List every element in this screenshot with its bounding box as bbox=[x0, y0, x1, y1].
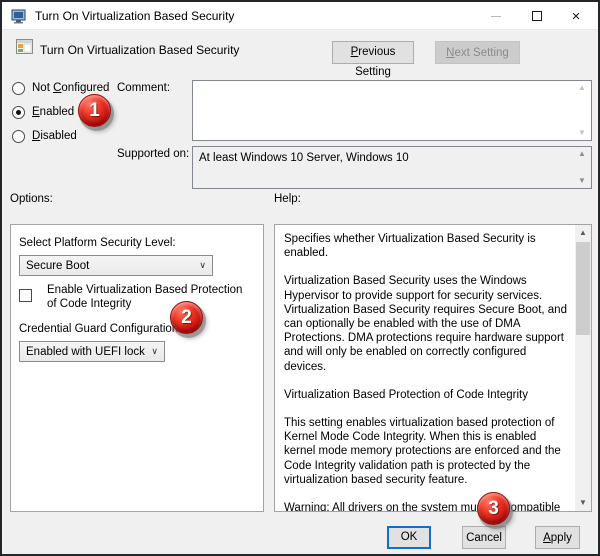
help-paragraph: Virtualization Based Protection of Code … bbox=[284, 388, 528, 401]
radio-label: Enabled bbox=[32, 106, 75, 118]
help-paragraph: This setting enables virtualization base… bbox=[284, 417, 561, 486]
options-section-label: Options: bbox=[10, 193, 53, 205]
help-section-label: Help: bbox=[274, 193, 301, 205]
maximize-icon bbox=[532, 11, 542, 21]
help-paragraph: Virtualization Based Security uses the W… bbox=[284, 275, 567, 373]
credential-guard-dropdown[interactable]: Enabled with UEFI lock ∨ bbox=[19, 341, 165, 362]
supported-on-label: Supported on: bbox=[117, 148, 190, 160]
help-paragraph: Specifies whether Virtualization Based S… bbox=[284, 233, 536, 260]
help-text: Specifies whether Virtualization Based S… bbox=[275, 225, 574, 511]
radio-disabled[interactable]: Disabled bbox=[12, 128, 77, 144]
help-panel: Specifies whether Virtualization Based S… bbox=[274, 224, 592, 512]
radio-label: Not Configured bbox=[32, 82, 110, 94]
ok-button[interactable]: OK bbox=[387, 526, 431, 549]
help-paragraph: Warning: All drivers on the system must … bbox=[284, 502, 561, 511]
chevron-down-icon: ∨ bbox=[199, 260, 206, 270]
chevron-down-icon: ∨ bbox=[151, 346, 158, 356]
platform-security-level-label: Select Platform Security Level: bbox=[19, 237, 176, 249]
dropdown-value: Enabled with UEFI lock bbox=[26, 345, 145, 358]
code-integrity-label: Enable Virtualization Based Protection o… bbox=[47, 284, 243, 310]
radio-circle bbox=[12, 105, 25, 119]
app-window-icon bbox=[11, 9, 26, 24]
options-panel: Select Platform Security Level: Secure B… bbox=[10, 224, 264, 512]
supported-on-field[interactable]: At least Windows 10 Server, Windows 10 ▲… bbox=[192, 146, 592, 189]
cancel-button[interactable]: Cancel bbox=[462, 526, 506, 549]
scroll-up-icon[interactable]: ▲ bbox=[575, 225, 591, 241]
group-policy-setting-dialog: Turn On Virtualization Based Security × … bbox=[0, 0, 600, 556]
policy-setting-icon bbox=[16, 39, 33, 54]
comment-input[interactable]: ▲ ▼ bbox=[192, 80, 592, 141]
scroll-down-icon[interactable]: ▼ bbox=[576, 176, 588, 186]
minimize-button[interactable] bbox=[480, 2, 512, 30]
annotation-badge-2: 2 bbox=[170, 301, 203, 334]
scrollbar-thumb[interactable] bbox=[576, 242, 590, 335]
close-icon: × bbox=[571, 7, 581, 25]
apply-button[interactable]: Apply bbox=[535, 526, 580, 549]
help-scrollbar[interactable]: ▲ ▼ bbox=[575, 225, 591, 511]
next-setting-button[interactable]: Next Setting bbox=[435, 41, 520, 64]
code-integrity-checkbox[interactable] bbox=[19, 289, 32, 302]
minimize-icon bbox=[491, 15, 501, 17]
previous-setting-button[interactable]: Previous Setting bbox=[332, 41, 414, 78]
radio-circle bbox=[12, 129, 25, 143]
window-title: Turn On Virtualization Based Security bbox=[35, 9, 235, 23]
dropdown-value: Secure Boot bbox=[26, 259, 90, 272]
radio-enabled[interactable]: Enabled bbox=[12, 104, 74, 120]
policy-title: Turn On Virtualization Based Security bbox=[40, 43, 240, 57]
annotation-badge-3: 3 bbox=[477, 492, 510, 525]
scroll-up-icon[interactable]: ▲ bbox=[576, 83, 588, 93]
radio-circle bbox=[12, 81, 25, 95]
annotation-badge-1: 1 bbox=[78, 94, 111, 127]
scroll-down-icon[interactable]: ▼ bbox=[575, 495, 591, 511]
scroll-up-icon[interactable]: ▲ bbox=[576, 149, 588, 159]
scroll-down-icon[interactable]: ▼ bbox=[576, 128, 588, 138]
supported-on-value: At least Windows 10 Server, Windows 10 bbox=[199, 152, 409, 164]
credential-guard-label: Credential Guard Configuration: bbox=[19, 323, 182, 335]
platform-security-level-dropdown[interactable]: Secure Boot ∨ bbox=[19, 255, 213, 276]
comment-label: Comment: bbox=[117, 82, 171, 94]
radio-label: Disabled bbox=[32, 130, 77, 142]
maximize-button[interactable] bbox=[521, 2, 553, 30]
close-button[interactable]: × bbox=[560, 2, 592, 30]
title-bar: Turn On Virtualization Based Security × bbox=[2, 2, 598, 30]
